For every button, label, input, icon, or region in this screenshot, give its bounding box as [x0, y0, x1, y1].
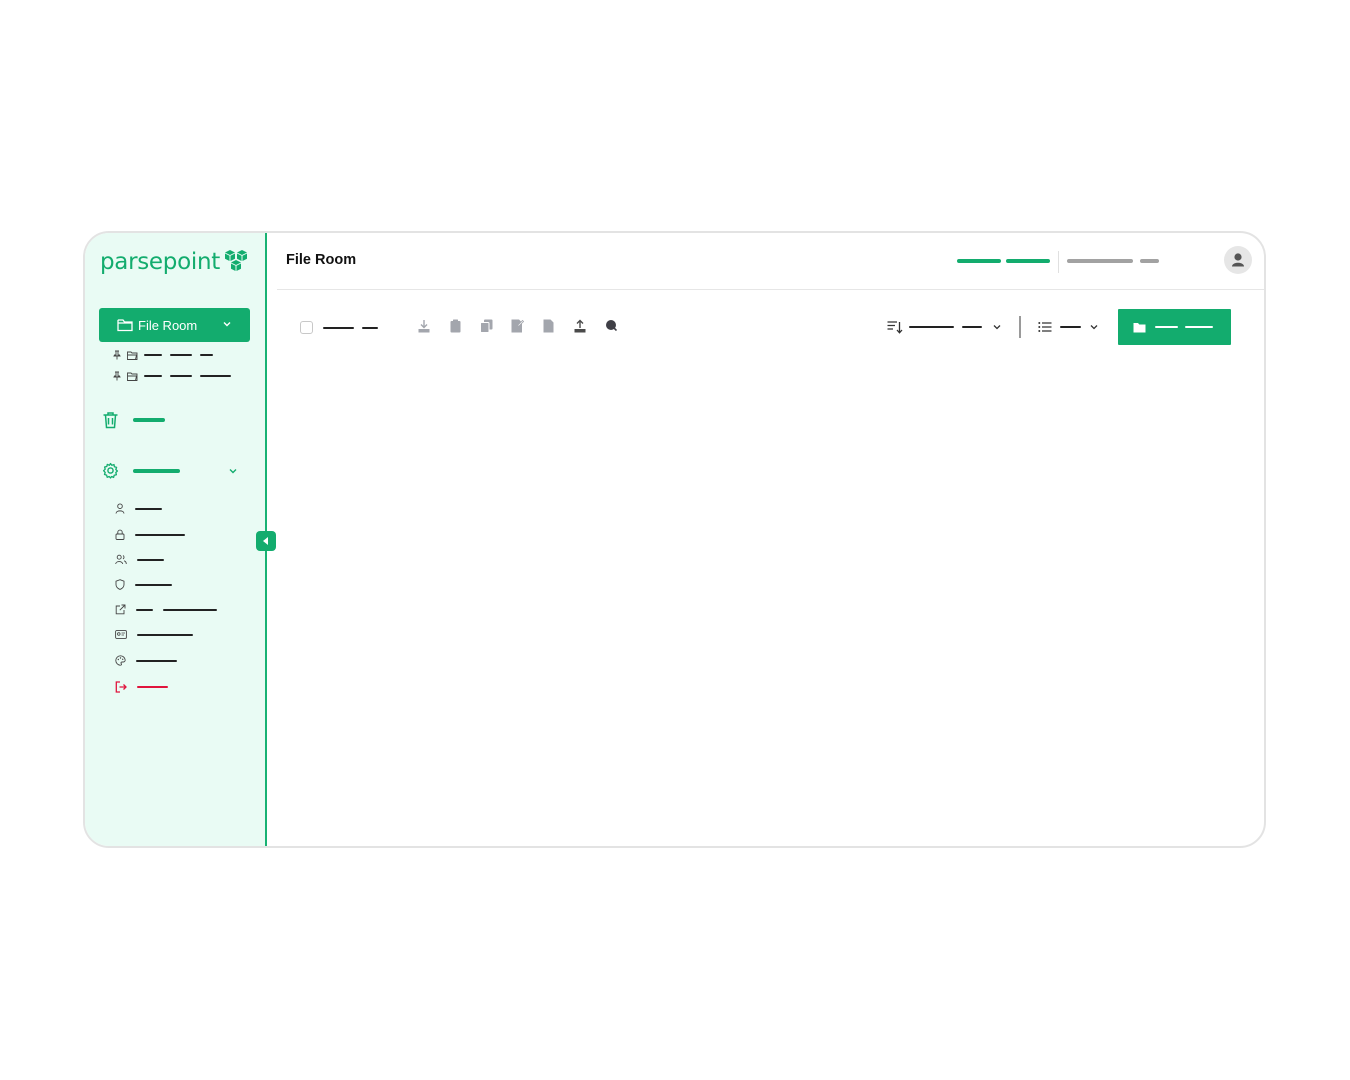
file-room-button-label: File Room: [138, 317, 198, 333]
select-all-label: [323, 327, 354, 329]
chevron-down-icon: [993, 325, 1001, 330]
settings-nav-item[interactable]: [102, 462, 242, 479]
header-link[interactable]: [957, 259, 1001, 263]
caret-left-icon: [263, 537, 268, 545]
header-link[interactable]: [1006, 259, 1050, 263]
upload-icon[interactable]: [574, 319, 586, 333]
logo[interactable]: parsepoint: [100, 247, 250, 277]
select-all-checkbox[interactable]: [300, 321, 313, 334]
logo-text: parsepoint: [100, 248, 220, 275]
sort-icon: [887, 321, 903, 334]
trash-icon: [103, 412, 118, 429]
new-folder-button[interactable]: [1118, 309, 1231, 345]
trash-nav-item[interactable]: [102, 411, 165, 429]
file-edit-icon[interactable]: [511, 319, 524, 333]
user-icon: [115, 503, 125, 514]
folder-open-icon: [127, 372, 138, 381]
sidebar-collapse-button[interactable]: [256, 531, 276, 551]
header-divider: [1058, 251, 1059, 273]
header-link[interactable]: [1067, 259, 1133, 263]
id-card-icon: [115, 630, 127, 639]
pinned-folder-item[interactable]: [113, 371, 231, 381]
avatar[interactable]: [1224, 246, 1252, 274]
clipboard-icon[interactable]: [450, 319, 461, 333]
user-icon: [1232, 253, 1244, 267]
tag-icon[interactable]: [605, 319, 617, 331]
download-icon[interactable]: [418, 319, 430, 333]
chevron-down-icon: [1090, 325, 1098, 330]
shield-icon: [115, 579, 125, 590]
select-all-label: [362, 327, 378, 329]
external-link-icon: [115, 604, 126, 615]
logout-icon: [115, 681, 127, 693]
logout-nav-item[interactable]: [115, 681, 168, 693]
cube-cluster-icon: [224, 250, 247, 271]
header-link[interactable]: [1140, 259, 1159, 263]
settings-item-users[interactable]: [115, 554, 164, 565]
pin-icon: [113, 371, 121, 381]
settings-item-appearance[interactable]: [115, 655, 177, 666]
folder-icon: [117, 319, 133, 332]
settings-item-integrations[interactable]: [115, 604, 217, 615]
users-icon: [115, 554, 127, 565]
lock-icon: [115, 529, 125, 540]
page-title: File Room: [286, 252, 357, 268]
view-mode-dropdown[interactable]: [1038, 321, 1099, 333]
app-window: parsepoint File Room File Room: [83, 231, 1266, 848]
settings-item-permissions[interactable]: [115, 579, 172, 590]
file-icon[interactable]: [543, 319, 554, 333]
palette-icon: [115, 655, 126, 666]
copy-icon[interactable]: [480, 319, 493, 333]
toolbar-divider: [1019, 316, 1021, 338]
settings-item-security[interactable]: [115, 529, 185, 540]
pinned-folder-item[interactable]: [113, 350, 213, 360]
header-divider-line: [277, 289, 1264, 290]
chevron-down-icon: [223, 322, 231, 327]
chevron-down-icon: [229, 469, 237, 474]
list-view-icon: [1038, 322, 1052, 332]
sort-dropdown[interactable]: [887, 320, 1002, 334]
settings-item-billing[interactable]: [115, 630, 193, 639]
gear-icon: [102, 462, 119, 479]
sidebar: parsepoint File Room: [85, 233, 267, 846]
main-content: File Room: [267, 233, 1264, 846]
settings-item-profile[interactable]: [115, 503, 162, 514]
file-room-button[interactable]: File Room: [99, 308, 250, 342]
folder-icon: [1133, 323, 1146, 333]
folder-open-icon: [127, 351, 138, 360]
pin-icon: [113, 350, 121, 360]
